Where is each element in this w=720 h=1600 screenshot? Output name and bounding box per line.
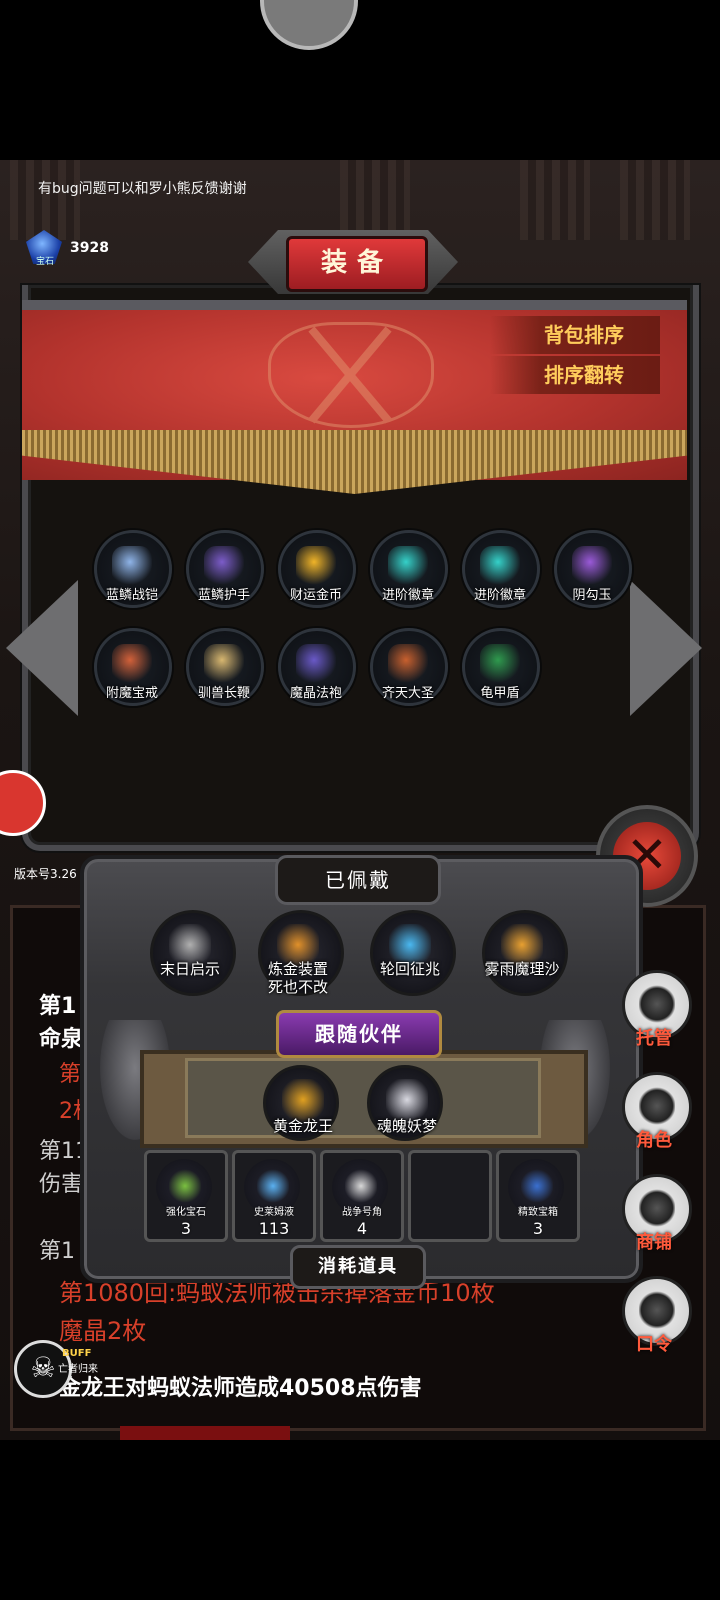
consumable-slot[interactable]: 精致宝箱 3 <box>496 1150 580 1242</box>
equipment-item-label: 财运金币 <box>289 588 342 603</box>
prev-page-arrow-icon[interactable] <box>6 580 78 716</box>
equipment-item[interactable]: 驯兽长鞭 <box>184 628 264 718</box>
consumables-title: 消耗道具 <box>290 1245 426 1289</box>
equipment-item-label: 附魔宝戒 <box>105 686 158 701</box>
buff-name: 亡者归来 <box>58 1364 98 1375</box>
log-line: 第1 <box>39 994 77 1019</box>
equipped-item[interactable]: 雾雨魔理沙 <box>477 910 568 1010</box>
currency-label: 宝石 <box>36 257 55 267</box>
consumable-count: 4 <box>356 1219 368 1238</box>
sort-bag-button[interactable]: 背包排序 <box>490 316 660 354</box>
gauntlet-icon <box>204 546 244 586</box>
partner-label: 黄金龙王 <box>272 1117 333 1135</box>
log-line: 第1 <box>39 1239 75 1264</box>
side-button-label: 商铺 <box>636 1232 672 1253</box>
equipment-item[interactable]: 附魔宝戒 <box>92 628 172 718</box>
equipment-item[interactable]: 进阶徽章 <box>460 530 540 620</box>
equipment-item-label: 蓝鳞护手 <box>197 588 250 603</box>
equipped-item-label: 末日启示 <box>159 960 220 978</box>
equipment-item[interactable]: 龟甲盾 <box>460 628 540 718</box>
wizard-robe-icon <box>296 644 336 684</box>
equipment-item-label: 蓝鳞战铠 <box>105 588 158 603</box>
whip-icon <box>204 644 244 684</box>
side-button-label: 口令 <box>636 1334 672 1355</box>
log-line: 魔晶2枚 <box>59 1317 147 1345</box>
gold-coin-icon <box>296 546 336 586</box>
top-avatar <box>260 0 358 50</box>
consumable-label: 战争号角 <box>342 1207 382 1218</box>
equipment-title: 装备 <box>286 236 428 292</box>
log-line: 金龙王对蚂蚁法师造成40508点伤害 <box>59 1376 422 1401</box>
dice-icon <box>639 985 675 1023</box>
war-horn-icon <box>345 1169 377 1203</box>
equipment-item-label: 进阶徽章 <box>381 588 434 603</box>
buff-label: BUFF <box>62 1348 92 1359</box>
consumable-label: 精致宝箱 <box>518 1207 558 1218</box>
next-page-arrow-icon[interactable] <box>630 580 702 716</box>
consumable-slot[interactable] <box>408 1150 492 1242</box>
equipment-item[interactable]: 财运金币 <box>276 530 356 620</box>
equipment-item-label: 驯兽长鞭 <box>197 686 250 701</box>
equipment-item-label: 魔晶法袍 <box>289 686 342 701</box>
equipment-item-label: 阴勾玉 <box>572 588 612 603</box>
purple-magatama-icon <box>572 546 612 586</box>
equipment-item[interactable]: 进阶徽章 <box>368 530 448 620</box>
consumable-slot[interactable]: 史莱姆液 113 <box>232 1150 316 1242</box>
consumable-count: 3 <box>532 1219 544 1238</box>
equipment-item-label: 龟甲盾 <box>480 686 520 701</box>
hp-bar <box>120 1426 290 1440</box>
teal-badge-icon <box>480 546 520 586</box>
slime-bottle-icon <box>257 1169 289 1203</box>
side-button-label: 角色 <box>636 1130 672 1151</box>
consumable-count: 113 <box>258 1219 290 1238</box>
reverse-sort-button[interactable]: 排序翻转 <box>490 356 660 394</box>
equipped-item[interactable]: 轮回征兆 <box>365 910 456 1010</box>
teal-badge-icon <box>388 546 428 586</box>
feedback-notice: 有bug问题可以和罗小熊反馈谢谢 <box>38 181 247 197</box>
partner-label: 魂魄妖梦 <box>376 1117 437 1135</box>
equipped-item[interactable]: 末日启示 <box>145 910 236 1010</box>
equipped-item-label: 炼金装置 死也不改 <box>267 960 328 996</box>
log-line: 伤害 <box>39 1172 84 1197</box>
equipped-item-label: 轮回征兆 <box>379 960 440 978</box>
equipped-item[interactable]: 炼金装置 死也不改 <box>253 910 344 1010</box>
log-line: 第 <box>59 1062 82 1087</box>
monkey-king-icon <box>388 644 428 684</box>
shop-icon <box>639 1189 675 1227</box>
equipment-item[interactable]: 齐天大圣 <box>368 628 448 718</box>
scroll-icon <box>639 1291 675 1329</box>
turtle-shield-icon <box>480 644 520 684</box>
blue-armor-icon <box>112 546 152 586</box>
consumable-slot[interactable]: 战争号角 4 <box>320 1150 404 1242</box>
equipment-item[interactable]: 蓝鳞战铠 <box>92 530 172 620</box>
version-label: 版本号3.26 <box>14 867 77 881</box>
currency-count: 3928 <box>70 240 109 256</box>
side-button-label: 托管 <box>636 1028 672 1049</box>
consumable-slot[interactable]: 强化宝石 3 <box>144 1150 228 1242</box>
equipment-item-label: 齐天大圣 <box>381 686 434 701</box>
equipped-item-label: 雾雨魔理沙 <box>484 960 560 978</box>
green-crystal-icon <box>169 1169 201 1203</box>
treasure-chest-icon <box>521 1169 553 1203</box>
consumable-label: 史莱姆液 <box>254 1207 294 1218</box>
equipped-title: 已佩戴 <box>275 855 441 905</box>
log-line: 命泉 <box>39 1027 84 1052</box>
partner-title: 跟随伙伴 <box>276 1010 442 1058</box>
equipment-item[interactable]: 魔晶法袍 <box>276 628 356 718</box>
ring-icon <box>112 644 152 684</box>
crossed-swords-emblem-icon <box>268 322 434 428</box>
equipment-item[interactable]: 阴勾玉 <box>552 530 632 620</box>
hooded-character-icon <box>639 1087 675 1125</box>
equipment-item-label: 进阶徽章 <box>473 588 526 603</box>
consumable-label: 强化宝石 <box>166 1207 206 1218</box>
equipment-item[interactable]: 蓝鳞护手 <box>184 530 264 620</box>
consumable-count: 3 <box>180 1219 192 1238</box>
